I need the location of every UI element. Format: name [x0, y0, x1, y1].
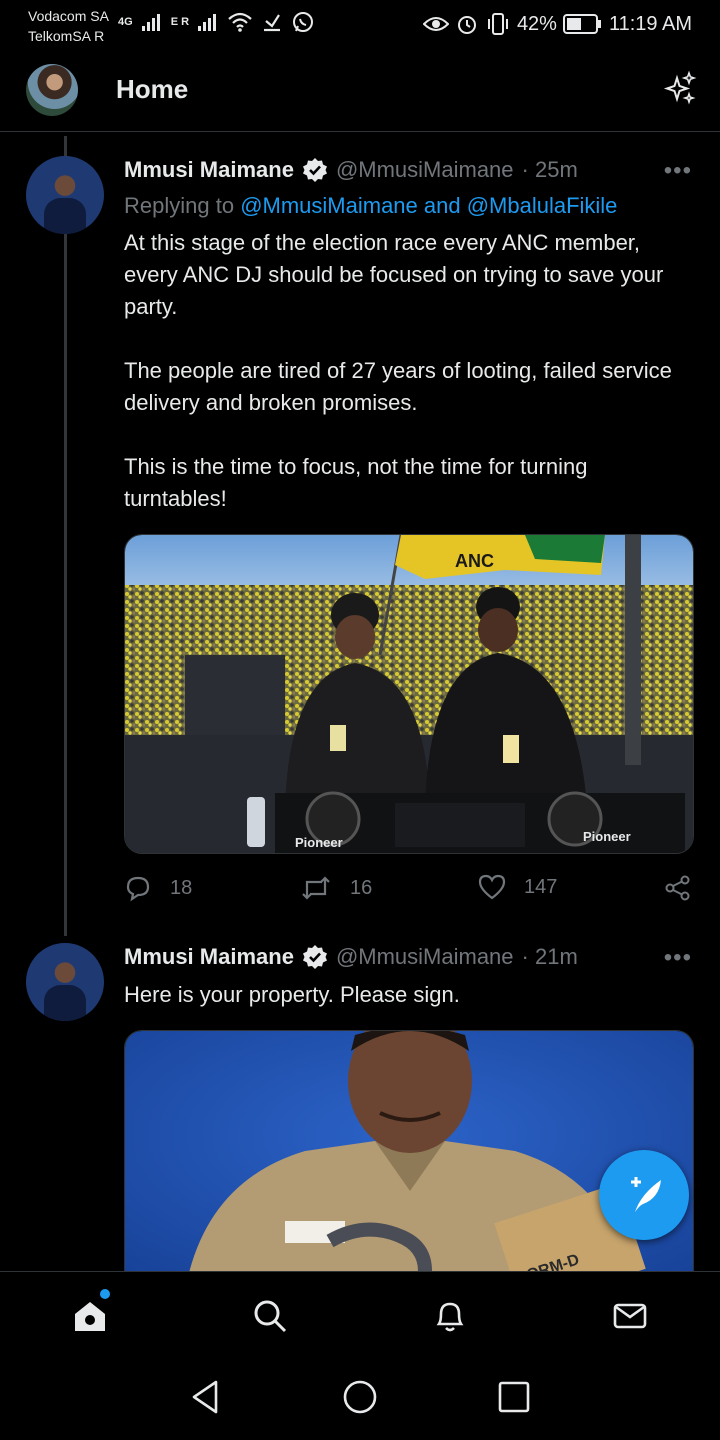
home-circle-icon[interactable] [340, 1377, 380, 1417]
system-navigation [0, 1359, 720, 1440]
share-icon [665, 875, 690, 901]
heart-icon [478, 874, 506, 900]
tweet-time: · 25m [521, 157, 578, 182]
tweet-author-avatar[interactable] [26, 156, 104, 234]
property-photo: ORM-D [125, 1031, 693, 1289]
author-handle[interactable]: @MmusiMaimane [336, 944, 514, 970]
status-left-icons: 4G E R [118, 10, 315, 34]
author-handle[interactable]: @MmusiMaimane [336, 157, 514, 183]
flag-text: ANC [455, 551, 494, 571]
download-icon [264, 14, 281, 32]
like-count: 147 [524, 875, 558, 898]
nav-messages[interactable] [610, 1296, 650, 1336]
tweet-paragraph: At this stage of the election race every… [124, 230, 664, 319]
share-button[interactable] [664, 874, 692, 902]
vibrate-icon [487, 13, 508, 35]
replying-to-users[interactable]: @MmusiMaimane and @MbalulaFikile [240, 193, 617, 218]
compose-tweet-button[interactable] [599, 1150, 689, 1240]
eye-icon [422, 17, 449, 31]
search-icon [254, 1300, 287, 1333]
retweet-count: 16 [350, 876, 373, 899]
thread-connector [64, 136, 67, 936]
reply-icon [126, 876, 150, 902]
nav-home[interactable] [70, 1296, 110, 1336]
status-right-icons: 42% 11:19 AM [422, 12, 692, 36]
replying-to-label: Replying to [124, 193, 241, 218]
home-icon [75, 1302, 105, 1331]
alarm-icon [457, 16, 476, 34]
profile-avatar[interactable] [26, 64, 78, 116]
signal-icon [141, 14, 160, 31]
battery-icon [562, 14, 601, 34]
tweet-image-property[interactable]: ORM-D [124, 1030, 694, 1290]
network-2-label: E R [170, 16, 190, 28]
like-button[interactable]: 147 [478, 874, 557, 900]
bell-icon [436, 1302, 464, 1332]
status-bar: Vodacom SA TelkomSA R 4G E R 42% 11:19 A… [0, 0, 720, 56]
battery-percent: 42% [516, 12, 557, 35]
notification-dot [100, 1289, 110, 1299]
tweet-body: At this stage of the election race every… [124, 227, 694, 547]
signal-2-icon [198, 14, 217, 31]
more-options-icon[interactable]: ••• [664, 944, 692, 972]
back-icon[interactable] [186, 1377, 226, 1417]
network-1-label: 4G [118, 16, 133, 28]
tweet-header: Mmusi Maimane @MmusiMaimane · 21m [124, 944, 578, 970]
carrier-1: Vodacom SA [28, 8, 109, 24]
retweet-button[interactable]: 16 [300, 874, 372, 902]
tweet-paragraph: Here is your property. Please sign. [124, 982, 460, 1007]
tweet-author-avatar[interactable] [26, 943, 104, 1021]
app-header: Home [0, 56, 720, 132]
reply-count: 18 [170, 876, 193, 899]
retweet-icon [302, 876, 330, 900]
tweet-time: · 21m [521, 944, 578, 969]
nav-notifications[interactable] [430, 1296, 470, 1336]
author-name[interactable]: Mmusi Maimane [124, 944, 294, 970]
bottom-navigation [0, 1271, 720, 1359]
deck-brand-1: Pioneer [295, 835, 343, 850]
deck-brand-2: Pioneer [583, 829, 631, 844]
clock: 11:19 AM [608, 12, 692, 35]
verified-badge-icon [302, 158, 327, 182]
nav-search[interactable] [250, 1296, 290, 1336]
reply-button[interactable]: 18 [124, 874, 192, 902]
mail-icon [613, 1303, 647, 1329]
carrier-names: Vodacom SA TelkomSA R [28, 6, 109, 46]
sparkle-icon[interactable] [662, 70, 698, 106]
whatsapp-icon [293, 12, 314, 32]
feather-plus-icon [631, 1177, 661, 1212]
recents-icon[interactable] [494, 1377, 534, 1417]
wifi-icon [228, 12, 252, 32]
dj-photo: ANC Pioneer Pioneer [125, 535, 693, 853]
tweet-header: Mmusi Maimane @MmusiMaimane · 25m [124, 157, 578, 183]
author-name[interactable]: Mmusi Maimane [124, 157, 294, 183]
tweet-paragraph: The people are tired of 27 years of loot… [124, 358, 672, 415]
more-options-icon[interactable]: ••• [664, 157, 692, 185]
page-title: Home [116, 74, 189, 104]
carrier-2: TelkomSA R [28, 28, 105, 44]
tweet-image-dj[interactable]: ANC Pioneer Pioneer [124, 534, 694, 854]
tweet-actions: 18 16 147 [124, 874, 696, 908]
replying-to: Replying to @MmusiMaimane and @MbalulaFi… [124, 193, 617, 219]
tweet-paragraph: This is the time to focus, not the time … [124, 454, 588, 511]
verified-badge-icon [302, 945, 327, 969]
